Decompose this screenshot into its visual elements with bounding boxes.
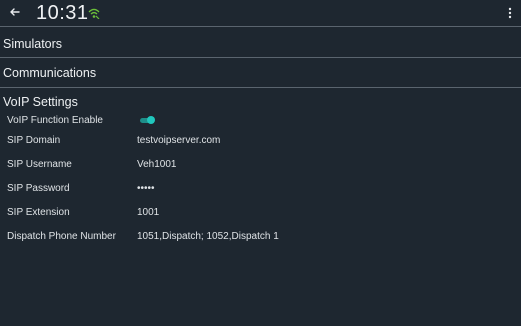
sip-domain-label: SIP Domain [7,135,61,146]
toggle-knob [147,116,155,124]
voip-function-enable-toggle[interactable] [140,116,155,124]
dispatch-phone-number-label: Dispatch Phone Number [7,231,116,242]
sip-extension-value[interactable]: 1001 [137,207,159,218]
section-title-voip-settings: VoIP Settings [3,95,78,109]
menu-item-communications[interactable]: Communications [3,66,96,80]
sip-password-label: SIP Password [7,183,70,194]
sip-username-value[interactable]: Veh1001 [137,159,177,170]
wifi-signal-icon [88,8,100,19]
screen: 10:31 Simulators Communications VoIP Set… [0,0,521,326]
divider [0,87,521,88]
sip-extension-label: SIP Extension [7,207,70,218]
voip-function-enable-label: VoIP Function Enable [7,115,103,126]
status-bar: 10:31 [0,0,521,26]
sip-password-value[interactable]: ••••• [137,183,155,194]
sip-username-label: SIP Username [7,159,72,170]
more-options-icon[interactable] [507,6,513,20]
menu-item-simulators[interactable]: Simulators [3,37,62,51]
sip-domain-value[interactable]: testvoipserver.com [137,135,220,146]
divider [0,26,521,27]
clock: 10:31 [36,2,89,24]
divider [0,57,521,58]
dispatch-phone-number-value[interactable]: 1051,Dispatch; 1052,Dispatch 1 [137,231,279,242]
back-arrow-icon[interactable] [8,5,22,19]
